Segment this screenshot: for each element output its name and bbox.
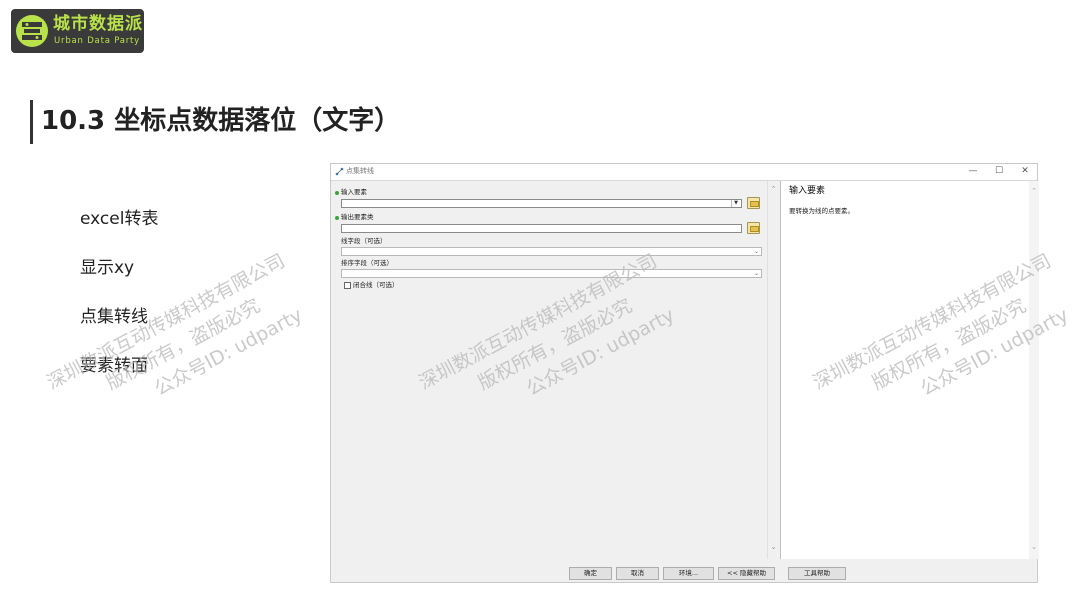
line-field-label: 线字段（可选）	[341, 237, 387, 245]
sort-field-label: 排序字段（可选）	[341, 259, 393, 267]
minimize-button[interactable]: —	[963, 165, 983, 178]
topic-item-excel-to-table: excel转表	[80, 209, 159, 229]
sort-field-combobox[interactable]: ⌄	[341, 269, 762, 278]
brand-logo: 城市数据派 Urban Data Party	[11, 9, 144, 53]
scroll-down-icon[interactable]: ⌄	[1029, 543, 1039, 551]
browse-output-folder-icon[interactable]	[747, 222, 760, 234]
cancel-button[interactable]: 取消	[616, 567, 659, 580]
tool-icon	[335, 167, 344, 176]
logo-name: 城市数据派	[53, 14, 143, 34]
logo-subtitle: Urban Data Party	[54, 36, 141, 46]
close-button[interactable]: ✕	[1015, 165, 1035, 178]
scroll-up-icon[interactable]: ⌃	[769, 185, 778, 193]
help-description: 要转换为线的点要素。	[789, 207, 854, 215]
chevron-down-icon[interactable]: ⌄	[754, 270, 759, 277]
help-title: 输入要素	[789, 186, 826, 196]
output-feature-class-label: 输出要素类	[341, 213, 374, 221]
logo-mark-icon	[16, 15, 48, 47]
input-features-combobox[interactable]: ▼	[341, 199, 742, 208]
dialog-titlebar[interactable]: 点集转线 — ☐ ✕	[331, 164, 1037, 181]
ok-button[interactable]: 确定	[569, 567, 612, 580]
close-line-checkbox[interactable]	[344, 282, 351, 289]
hide-help-button[interactable]: << 隐藏帮助	[718, 567, 775, 580]
title-accent-bar	[30, 100, 33, 144]
environments-button[interactable]: 环境...	[663, 567, 714, 580]
browse-input-folder-icon[interactable]	[747, 197, 760, 209]
parameters-scrollbar[interactable]: ⌃ ⌄	[767, 181, 779, 559]
tool-help-button[interactable]: 工具帮助	[788, 567, 846, 580]
chevron-down-icon[interactable]: ▼	[731, 200, 740, 207]
line-field-combobox[interactable]: ⌄	[341, 247, 762, 256]
scroll-down-icon[interactable]: ⌄	[769, 543, 778, 551]
chevron-down-icon[interactable]: ⌄	[754, 248, 759, 255]
output-feature-class-input[interactable]	[341, 224, 742, 233]
input-features-label: 输入要素	[341, 188, 367, 196]
scroll-up-icon[interactable]: ⌃	[1029, 187, 1039, 195]
maximize-button[interactable]: ☐	[989, 165, 1009, 178]
topic-item-display-xy: 显示xy	[80, 258, 135, 278]
close-line-label: 闭合线（可选）	[353, 281, 399, 289]
page-title: 10.3 坐标点数据落位（文字）	[41, 106, 401, 136]
required-marker-icon	[335, 216, 339, 220]
required-marker-icon	[335, 191, 339, 195]
help-scrollbar[interactable]: ⌃ ⌄	[1029, 181, 1039, 559]
dialog-title: 点集转线	[346, 167, 374, 175]
